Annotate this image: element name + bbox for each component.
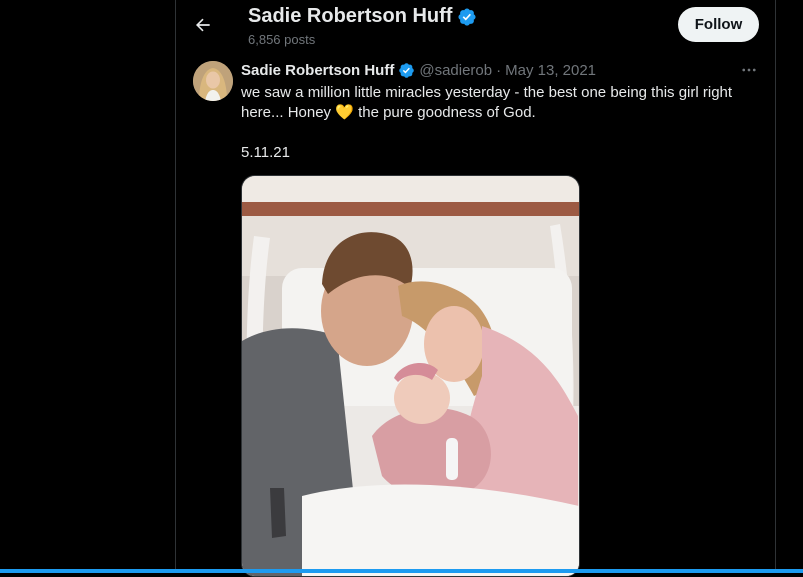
verified-badge-icon: [399, 63, 415, 78]
hospital-family-photo: [242, 176, 579, 576]
tweet-text-part2: the pure goodness of God.: [353, 104, 536, 121]
timeline-column: Sadie Robertson Huff 6,856 posts Follow …: [175, 0, 776, 577]
arrow-left-icon: [196, 18, 210, 32]
follow-button[interactable]: Follow: [678, 7, 759, 42]
tweet-text: we saw a million little miracles yesterd…: [241, 83, 761, 123]
tweet-header: Sadie Robertson Huff @sadierob · May 13,…: [241, 62, 596, 79]
avatar[interactable]: [193, 61, 233, 101]
tweet-photo[interactable]: [241, 175, 580, 577]
profile-header: Sadie Robertson Huff 6,856 posts Follow: [176, 0, 775, 53]
separator-dot: ·: [496, 62, 502, 79]
avatar-image: [193, 61, 233, 101]
back-button[interactable]: [186, 8, 220, 42]
more-horizontal-icon: [742, 68, 756, 72]
verified-badge-icon: [458, 7, 476, 26]
bottom-accent-bar: [0, 569, 803, 573]
header-name-text: Sadie Robertson Huff: [248, 5, 453, 27]
more-options-button[interactable]: [738, 60, 760, 80]
tweet-handle[interactable]: @sadierob: [419, 62, 492, 79]
tweet-author-name[interactable]: Sadie Robertson Huff: [241, 62, 394, 79]
post-count: 6,856 posts: [248, 32, 316, 47]
yellow-heart-emoji-icon: 💛: [335, 104, 354, 121]
tweet-date-line: 5.11.21: [241, 144, 290, 161]
tweet-timestamp[interactable]: May 13, 2021: [505, 62, 596, 79]
header-title: Sadie Robertson Huff: [248, 5, 477, 28]
